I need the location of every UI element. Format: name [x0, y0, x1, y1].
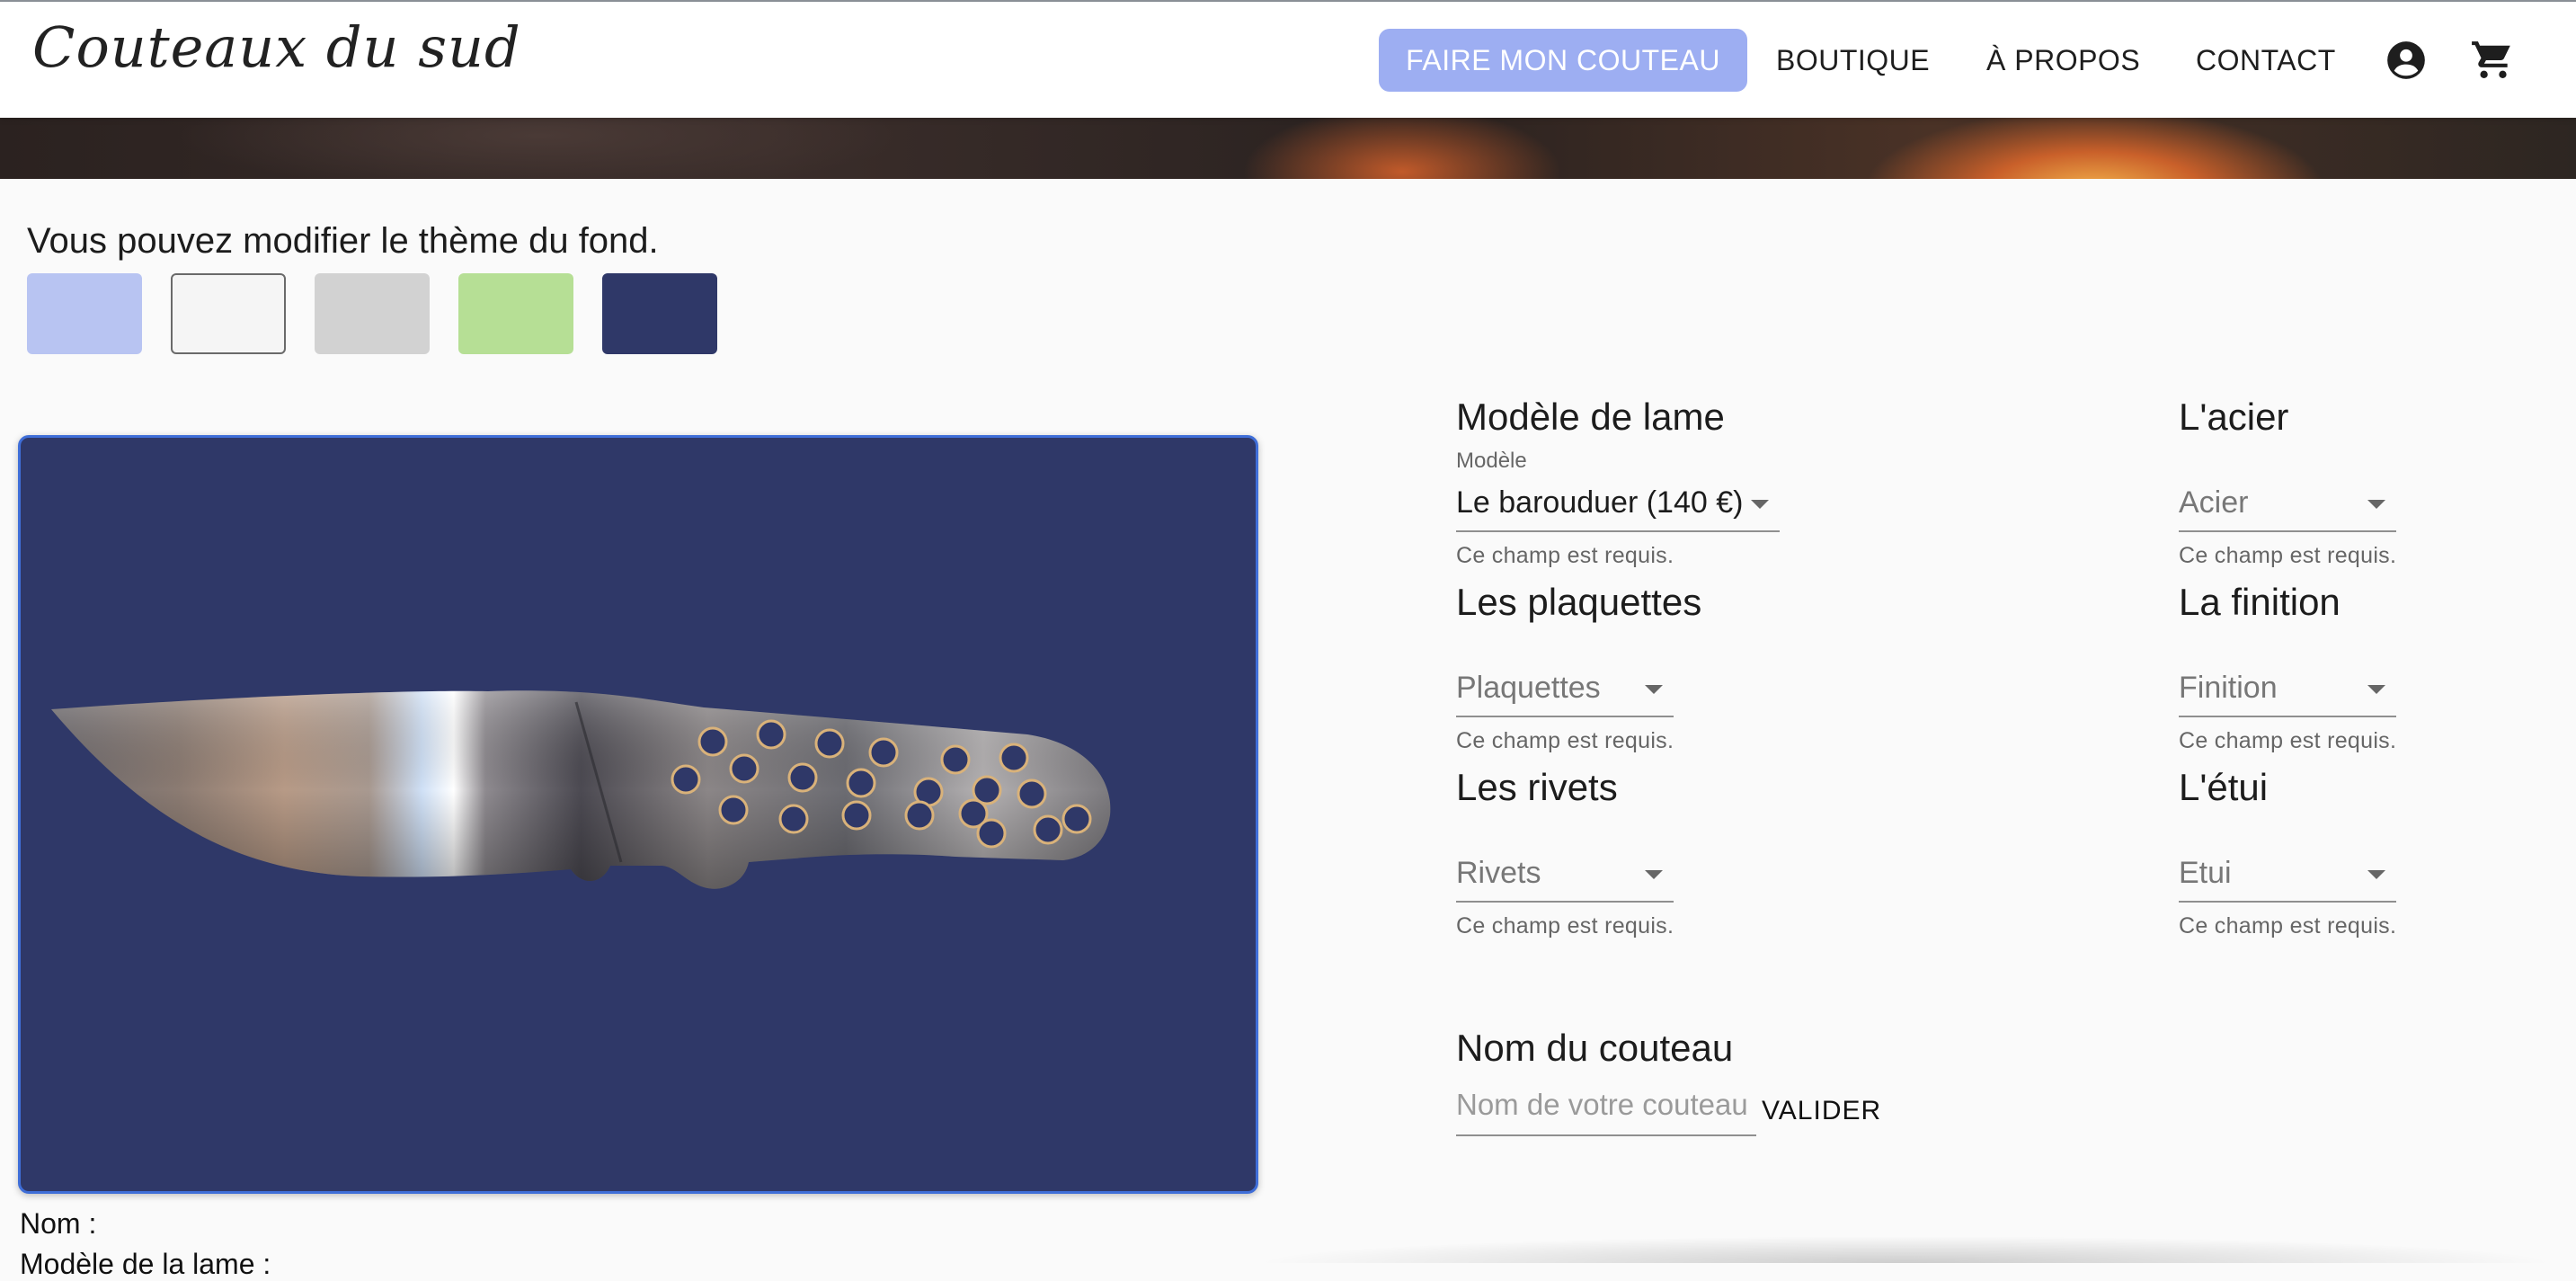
rivets-placeholder: Rivets: [1456, 856, 1541, 890]
sheath-placeholder: Etui: [2179, 856, 2232, 890]
finish-title: La finition: [2179, 581, 2341, 623]
nav-about-link[interactable]: À PROPOS: [1986, 29, 2140, 92]
blade-model-value: Le barouduer (140 €): [1456, 485, 1744, 520]
handle-hole: [1061, 804, 1092, 834]
chevron-down-icon: [1645, 685, 1663, 694]
scales-placeholder: Plaquettes: [1456, 671, 1601, 705]
handle-hole: [940, 744, 971, 775]
blade-model-helper: Ce champ est requis.: [1456, 543, 1674, 568]
handle-hole: [1033, 814, 1063, 845]
rivets-title: Les rivets: [1456, 766, 1618, 808]
knife-image: [51, 690, 1111, 889]
handle-hole: [756, 719, 786, 750]
scales-helper: Ce champ est requis.: [1456, 728, 1674, 753]
chevron-down-icon: [1751, 500, 1769, 509]
summary-blade-label: Modèle de la lame :: [20, 1248, 271, 1280]
hero-banner-image: [0, 118, 2576, 179]
finish-select[interactable]: Finition: [2179, 665, 2396, 717]
knife-name-title: Nom du couteau: [1456, 1027, 1734, 1069]
handle-hole: [904, 800, 935, 831]
logo[interactable]: Couteaux du sud: [32, 14, 521, 80]
theme-label: Vous pouvez modifier le thème du fond.: [27, 221, 659, 261]
blade-model-select[interactable]: Le barouduer (140 €): [1456, 480, 1780, 532]
rivets-helper: Ce champ est requis.: [1456, 913, 1674, 939]
chevron-down-icon: [1645, 870, 1663, 879]
nav-contact-link[interactable]: CONTACT: [2196, 29, 2336, 92]
handle-hole: [868, 737, 899, 768]
handle-hole: [697, 726, 728, 757]
finish-helper: Ce champ est requis.: [2179, 728, 2397, 753]
steel-title: L'acier: [2179, 396, 2289, 438]
sheath-helper: Ce champ est requis.: [2179, 913, 2397, 939]
scales-title: Les plaquettes: [1456, 581, 1702, 623]
app-header: Couteaux du sud FAIRE MON COUTEAU BOUTIQ…: [0, 0, 2576, 118]
handle-hole: [729, 753, 759, 784]
chevron-down-icon: [2367, 870, 2385, 879]
nav-shop-link[interactable]: BOUTIQUE: [1776, 29, 1930, 92]
handle-hole: [841, 800, 872, 831]
validate-button[interactable]: VALIDER: [1762, 1088, 1881, 1134]
blade-model-title: Modèle de lame: [1456, 396, 1725, 438]
handle-hole: [671, 764, 701, 795]
shopping-cart-icon[interactable]: [2470, 38, 2515, 83]
nav-make-knife-button[interactable]: FAIRE MON COUTEAU: [1379, 29, 1747, 92]
finish-placeholder: Finition: [2179, 671, 2278, 705]
footer-shadow: [1258, 1227, 2553, 1263]
handle-hole: [976, 818, 1007, 849]
rivets-select[interactable]: Rivets: [1456, 850, 1674, 903]
handle-hole: [814, 728, 845, 759]
theme-swatch-grey[interactable]: [315, 273, 430, 354]
theme-swatch-lavender[interactable]: [27, 273, 142, 354]
theme-swatch-green[interactable]: [458, 273, 573, 354]
handle-hole: [718, 795, 749, 825]
sheath-select[interactable]: Etui: [2179, 850, 2396, 903]
handle-hole: [787, 762, 818, 793]
steel-placeholder: Acier: [2179, 485, 2249, 520]
account-circle-icon[interactable]: [2384, 38, 2429, 83]
chevron-down-icon: [2367, 685, 2385, 694]
handle-hole: [1017, 778, 1047, 809]
handle-hole: [999, 743, 1029, 773]
scales-select[interactable]: Plaquettes: [1456, 665, 1674, 717]
handle-hole: [846, 768, 876, 798]
steel-select[interactable]: Acier: [2179, 480, 2396, 532]
steel-helper: Ce champ est requis.: [2179, 543, 2397, 568]
knife-name-input[interactable]: [1456, 1075, 1756, 1136]
knife-preview: [18, 435, 1258, 1194]
theme-swatch-white[interactable]: [171, 273, 286, 354]
sheath-title: L'étui: [2179, 766, 2269, 808]
blade-model-label: Modèle: [1456, 449, 1527, 473]
chevron-down-icon: [2367, 500, 2385, 509]
summary-name-label: Nom :: [20, 1207, 97, 1240]
theme-swatch-navy[interactable]: [602, 273, 717, 354]
handle-hole: [778, 804, 809, 834]
